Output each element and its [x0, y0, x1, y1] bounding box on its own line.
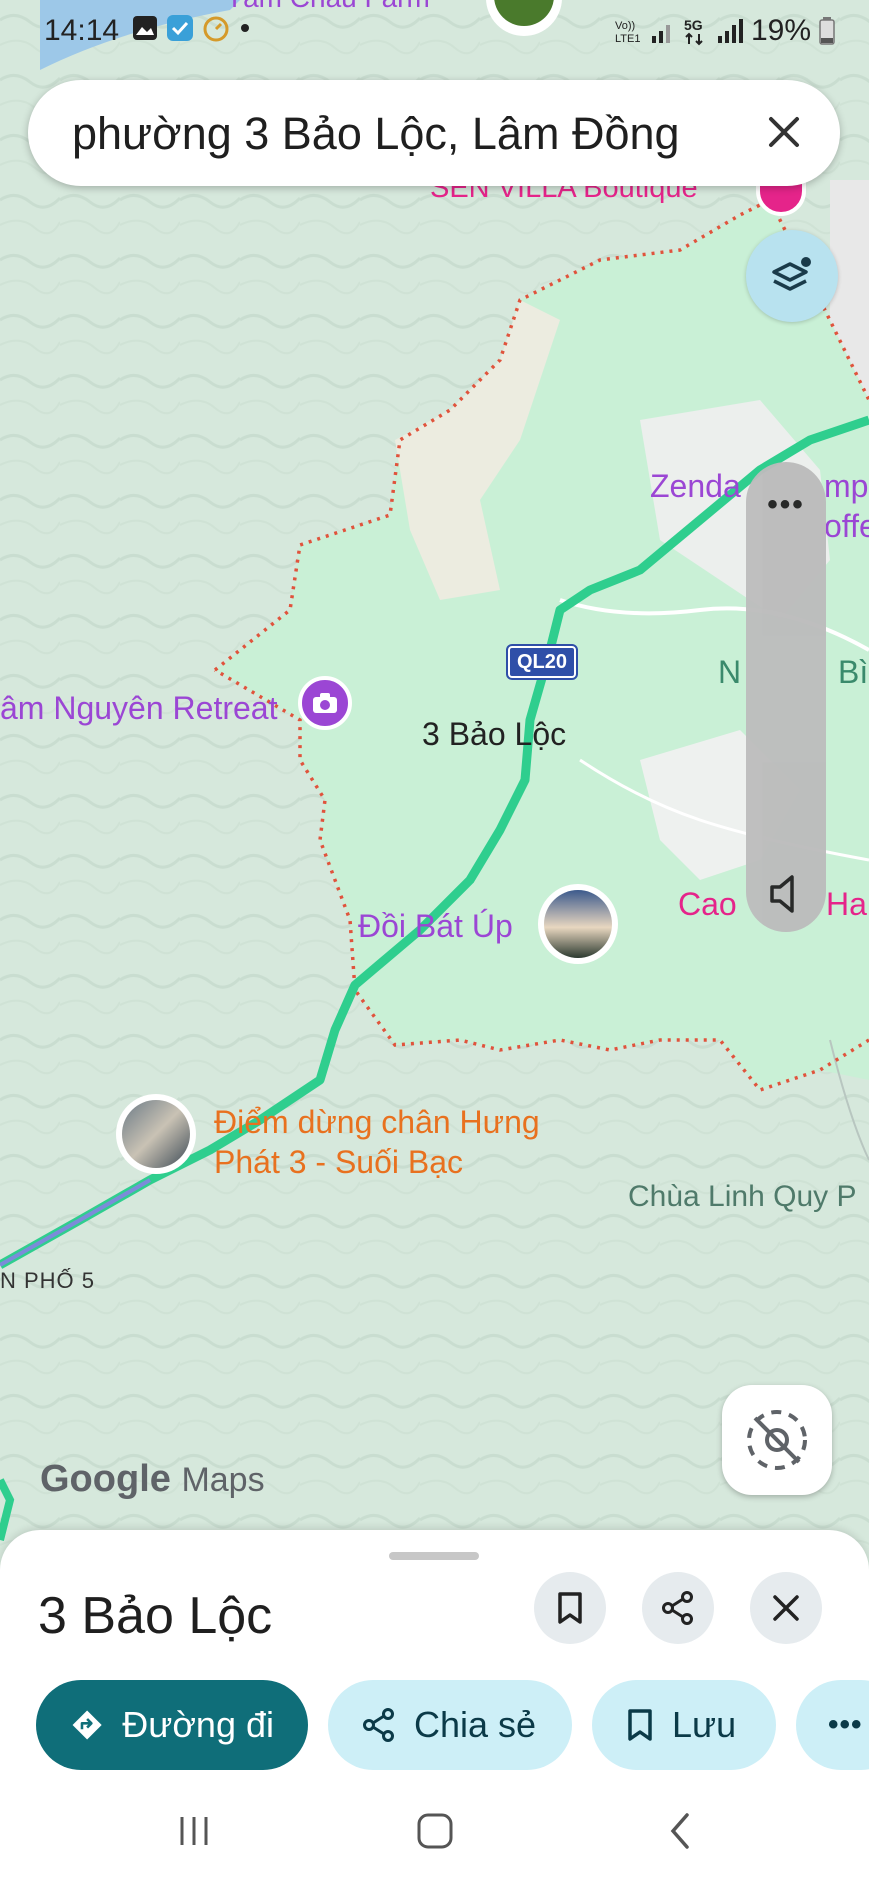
image-icon [133, 16, 157, 40]
google-maps-watermark: Google Maps [40, 1458, 265, 1501]
poi-label-rest-stop-1[interactable]: Điểm dừng chân Hưng [214, 1104, 540, 1141]
dot-icon [241, 24, 249, 32]
speaker-icon[interactable] [746, 872, 826, 932]
close-sheet-button[interactable] [750, 1572, 822, 1644]
poi-label-cao-left: Cao [678, 886, 737, 922]
my-location-button[interactable] [722, 1385, 832, 1495]
share-icon [662, 1591, 693, 1625]
photo-marker-doi-bat-up[interactable] [538, 884, 618, 964]
place-title: 3 Bảo Lộc [38, 1587, 273, 1645]
bookmark-icon [628, 1709, 652, 1741]
location-disabled-icon [747, 1410, 807, 1470]
volte-icon: Vo))LTE1 [615, 20, 640, 45]
directions-button[interactable]: Đường đi [36, 1680, 308, 1770]
poi-label-retreat[interactable]: âm Nguyên Retreat [0, 690, 277, 727]
timer-icon [203, 16, 229, 42]
svg-text:5G: 5G [684, 17, 703, 33]
more-actions-button[interactable]: ••• [796, 1680, 869, 1770]
share-chip-button[interactable]: Chia sẻ [328, 1680, 572, 1770]
more-horizontal-icon: ••• [828, 1708, 863, 1741]
more-horizontal-icon[interactable]: ••• [746, 488, 826, 522]
photo-thumbnail [544, 890, 612, 958]
signal-icon [651, 25, 670, 43]
ward-label[interactable]: 3 Bảo Lộc [422, 716, 566, 753]
poi-label-zenda-cont: mpi [824, 468, 869, 504]
5g-icon: 5G [684, 17, 703, 46]
signal-icon [717, 19, 743, 43]
search-bar[interactable]: phường 3 Bảo Lộc, Lâm Đồng [28, 80, 840, 186]
street-label: N PHỐ 5 [0, 1268, 96, 1293]
highway-shield: QL20 [506, 644, 578, 680]
camera-marker-icon[interactable] [298, 676, 352, 730]
home-icon[interactable] [405, 1806, 465, 1856]
battery-percent: 19% [750, 14, 811, 47]
poi-label-cao-right: Han [826, 886, 869, 922]
battery-icon [819, 17, 835, 45]
poi-label-pagoda[interactable]: Chùa Linh Quy P [628, 1180, 856, 1214]
system-nav-bar [0, 1780, 869, 1884]
recent-apps-icon[interactable] [164, 1806, 224, 1856]
status-right: Vo)) LTE1 5G 19% [613, 14, 835, 48]
save-icon-button[interactable] [534, 1572, 606, 1644]
layers-icon [772, 257, 811, 291]
poi-label-doi-bat-up[interactable]: Đồi Bát Úp [358, 908, 513, 945]
back-icon[interactable] [650, 1806, 710, 1856]
photo-marker-rest-stop[interactable] [116, 1094, 196, 1174]
watermark-maps: Maps [181, 1461, 265, 1499]
svg-text:Vo)): Vo)) [615, 20, 635, 32]
svg-text:LTE1: LTE1 [615, 33, 640, 45]
share-icon-button[interactable] [642, 1572, 714, 1644]
directions-label: Đường đi [122, 1704, 274, 1745]
share-label: Chia sẻ [414, 1704, 537, 1745]
poi-label-zenda[interactable]: Zenda [650, 468, 741, 505]
directions-icon [72, 1710, 102, 1740]
close-icon[interactable] [754, 102, 814, 162]
check-app-icon [167, 15, 193, 41]
poi-label-n-bi-right: Bì [838, 654, 869, 690]
save-chip-button[interactable]: Lưu [592, 1680, 776, 1770]
search-query-text[interactable]: phường 3 Bảo Lộc, Lâm Đồng [72, 108, 680, 160]
status-time: 14:14 [44, 14, 120, 47]
save-label: Lưu [672, 1704, 737, 1745]
close-icon [773, 1595, 799, 1621]
volume-panel[interactable]: ••• [746, 462, 826, 932]
bookmark-icon [558, 1592, 582, 1624]
poi-label-zenda-cont2: offe [824, 508, 869, 544]
poi-label-n-bi-left: N [718, 654, 742, 690]
sheet-drag-handle[interactable] [389, 1552, 479, 1560]
status-bar: 14:14 Vo)) LTE1 5G 19% [0, 0, 869, 64]
photo-thumbnail [122, 1100, 190, 1168]
layers-button[interactable] [746, 230, 838, 322]
status-icons-left [132, 14, 252, 42]
share-icon [363, 1708, 394, 1742]
watermark-google: Google [40, 1458, 171, 1500]
poi-label-rest-stop-2[interactable]: Phát 3 - Suối Bạc [214, 1144, 463, 1181]
